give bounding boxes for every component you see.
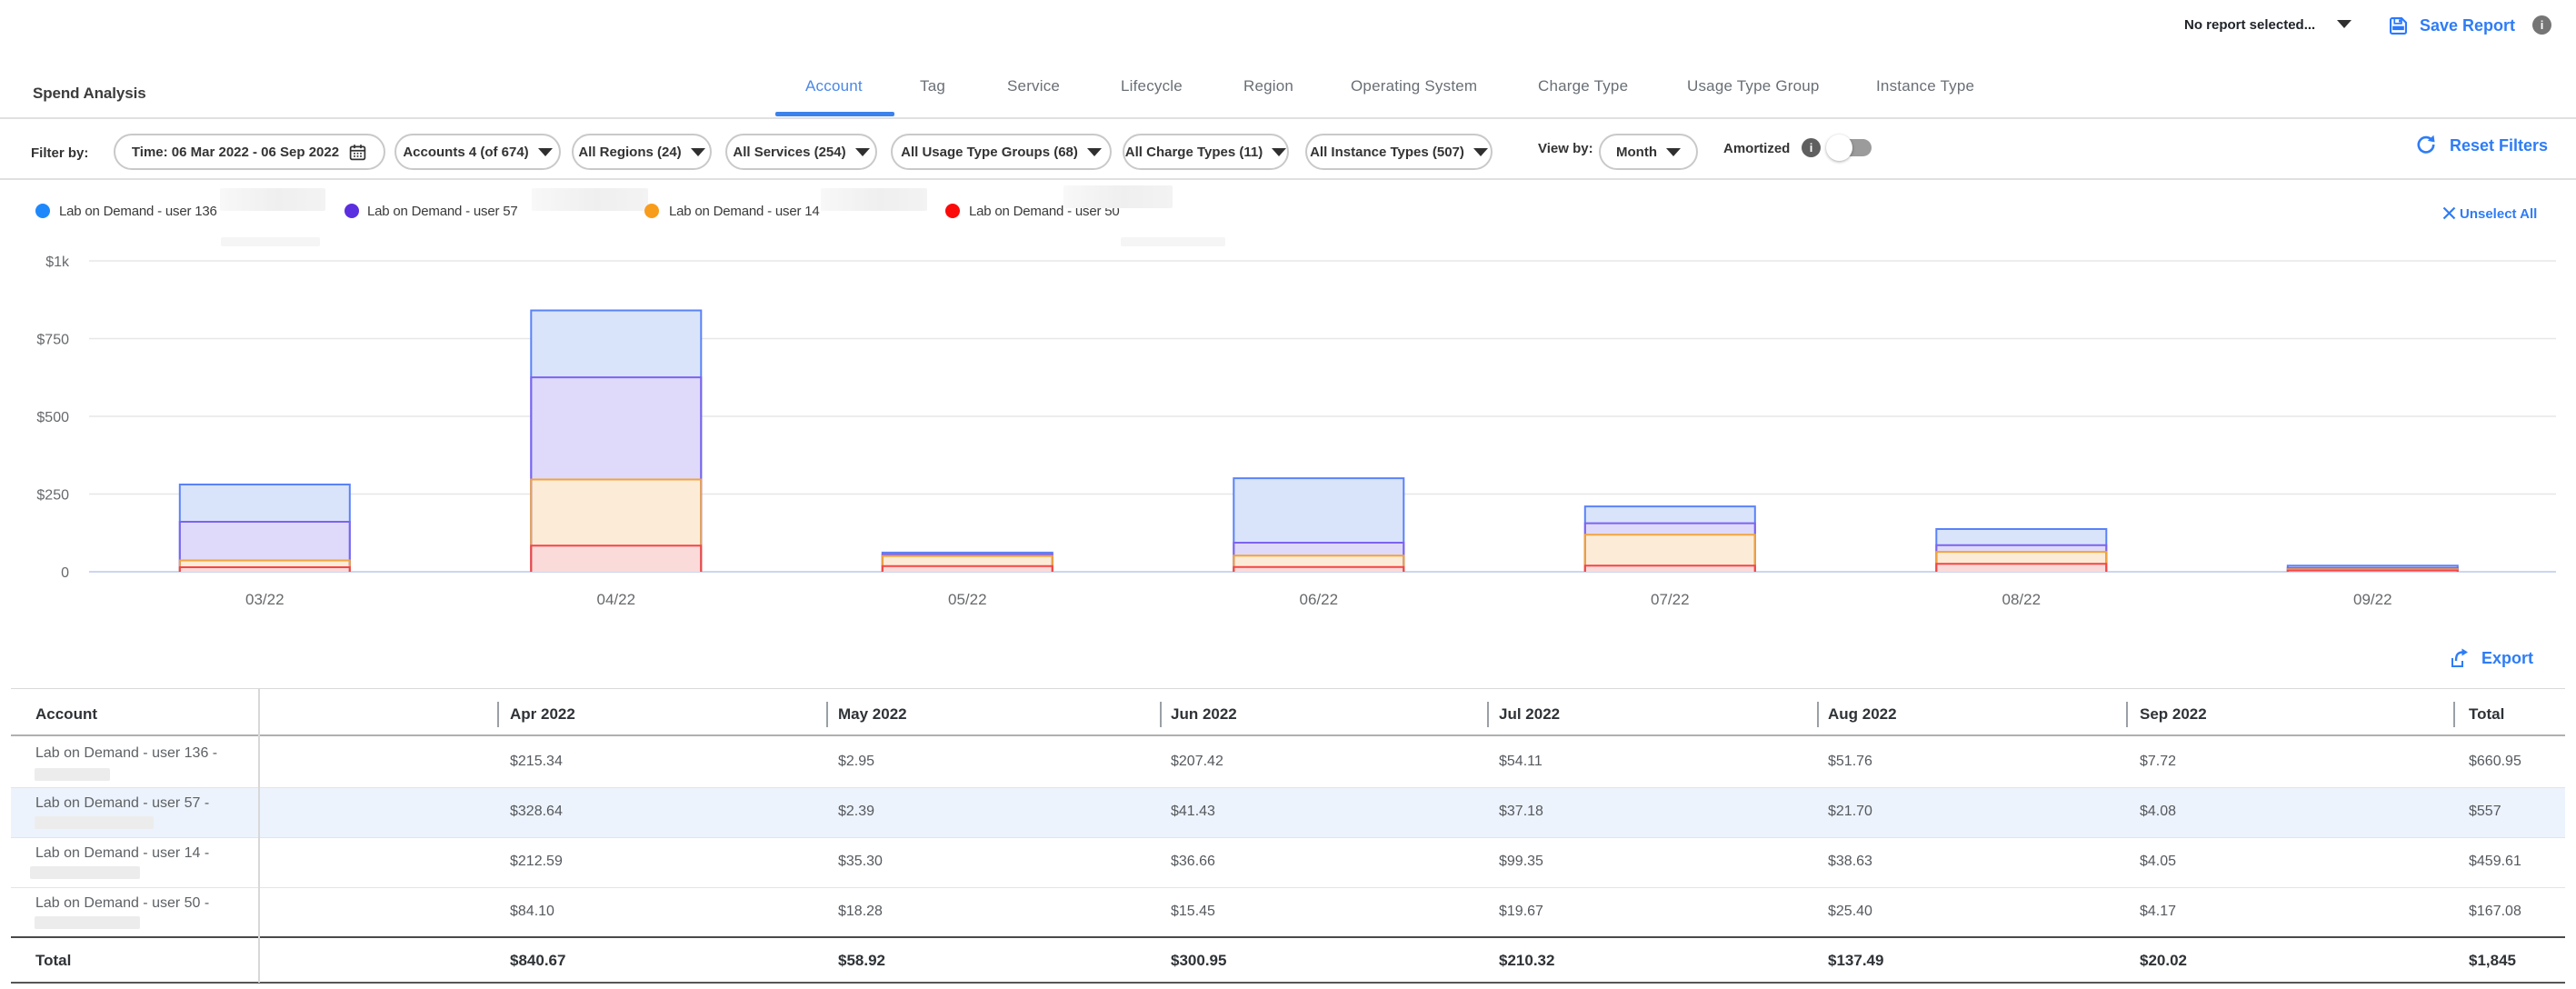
svg-text:$500: $500 <box>36 410 69 425</box>
svg-text:$250: $250 <box>36 488 69 504</box>
svg-text:04/22: 04/22 <box>597 591 636 608</box>
svg-text:$1k: $1k <box>45 255 70 270</box>
svg-text:03/22: 03/22 <box>245 591 285 608</box>
svg-text:07/22: 07/22 <box>1651 591 1690 608</box>
svg-text:05/22: 05/22 <box>948 591 987 608</box>
svg-text:0: 0 <box>61 565 69 581</box>
svg-text:$750: $750 <box>36 333 69 348</box>
svg-text:09/22: 09/22 <box>2353 591 2392 608</box>
svg-text:08/22: 08/22 <box>2002 591 2042 608</box>
svg-text:06/22: 06/22 <box>1300 591 1339 608</box>
